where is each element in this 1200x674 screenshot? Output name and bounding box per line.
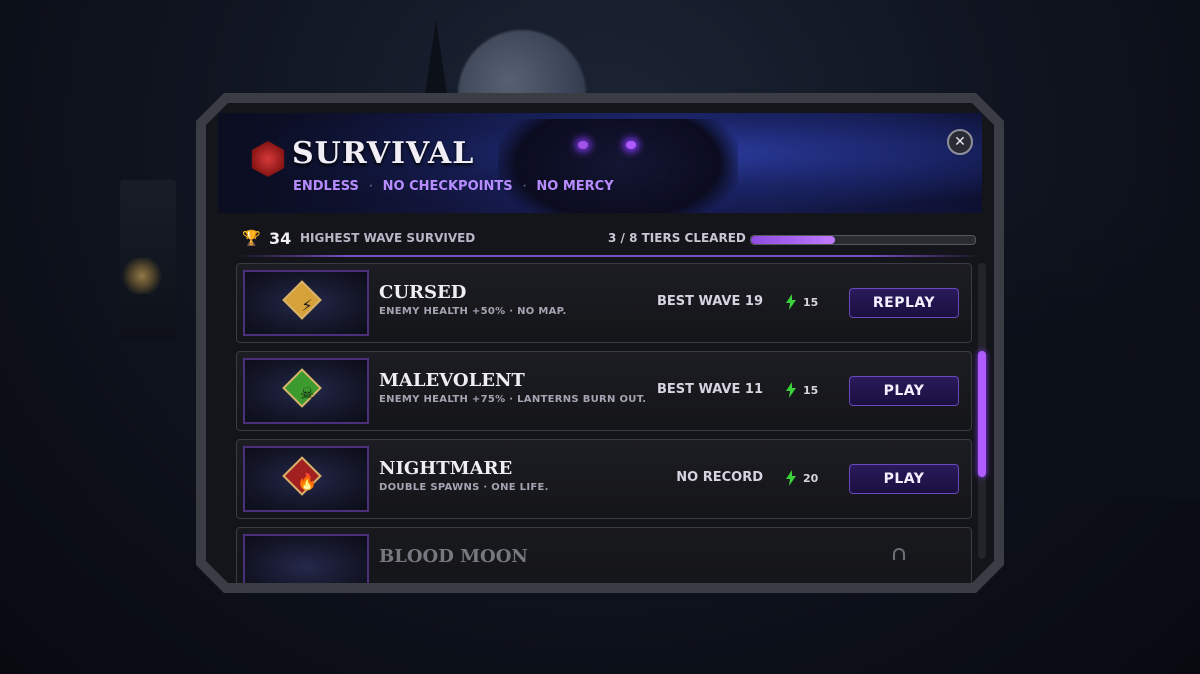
tier-list[interactable]: ⚡ CURSED ENEMY HEALTH +50% · NO MAP. BES… [236, 263, 972, 583]
scrollbar-thumb[interactable] [978, 351, 986, 477]
separator-dot: · [522, 181, 527, 192]
tier-thumbnail: ⚡ [243, 270, 369, 336]
energy-icon [785, 382, 797, 398]
tier-thumbnail: ☠ [243, 358, 369, 424]
tier-row-malevolent[interactable]: ☠ MALEVOLENT ENEMY HEALTH +75% · LANTERN… [236, 351, 972, 431]
energy-icon [785, 294, 797, 310]
tag-endless: ENDLESS [293, 179, 359, 194]
divider [236, 255, 982, 257]
tier-description: ENEMY HEALTH +50% · NO MAP. [379, 306, 567, 317]
lantern-glow [122, 258, 162, 294]
replay-button[interactable]: REPLAY [849, 288, 959, 318]
tiers-progress-bar [750, 235, 976, 245]
survival-panel: SURVIVAL ENDLESS · NO CHECKPOINTS · NO M… [196, 93, 1004, 593]
play-button[interactable]: PLAY [849, 376, 959, 406]
tier-title: MALEVOLENT [379, 370, 525, 391]
energy-cost: 20 [803, 472, 819, 485]
close-icon: ✕ [954, 134, 966, 150]
tier-row-blood-moon[interactable]: BLOOD MOON [236, 527, 972, 583]
tier-title: CURSED [379, 282, 467, 303]
stats-bar: 🏆 34 HIGHEST WAVE SURVIVED 3 / 8 TIERS C… [236, 223, 982, 253]
close-button[interactable]: ✕ [947, 129, 973, 155]
tiers-cleared-label: 3 / 8 TIERS CLEARED [608, 231, 746, 245]
best-wave: NO RECORD [676, 470, 763, 485]
tier-description: DOUBLE SPAWNS · ONE LIFE. [379, 482, 549, 493]
lock-icon [893, 548, 905, 560]
energy-icon [785, 470, 797, 486]
tier-title: BLOOD MOON [379, 546, 528, 567]
best-wave: BEST WAVE 19 [656, 294, 763, 309]
tier-thumbnail: 🔥 [243, 446, 369, 512]
tag-no-checkpoints: NO CHECKPOINTS [382, 179, 513, 194]
tier-row-nightmare[interactable]: 🔥 NIGHTMARE DOUBLE SPAWNS · ONE LIFE. NO… [236, 439, 972, 519]
tier-thumbnail [243, 534, 369, 583]
highest-wave-label: HIGHEST WAVE SURVIVED [300, 231, 476, 245]
skull-icon: ☠ [299, 383, 315, 403]
play-button[interactable]: PLAY [849, 464, 959, 494]
page-title: SURVIVAL [292, 136, 475, 171]
highest-wave-value: 34 [269, 229, 292, 248]
energy-cost: 15 [803, 384, 819, 397]
panel-inner: SURVIVAL ENDLESS · NO CHECKPOINTS · NO M… [206, 103, 994, 583]
lightning-icon: ⚡ [301, 295, 313, 315]
trophy-icon: 🏆 [242, 229, 261, 247]
flame-icon: 🔥 [297, 471, 317, 491]
tier-description: ENEMY HEALTH +75% · LANTERNS BURN OUT. [379, 394, 647, 405]
tiers-progress-fill [751, 236, 835, 244]
separator-dot: · [368, 181, 373, 192]
mode-tags: ENDLESS · NO CHECKPOINTS · NO MERCY [293, 179, 614, 194]
best-wave: BEST WAVE 11 [656, 382, 763, 397]
energy-cost: 15 [803, 296, 819, 309]
tag-no-mercy: NO MERCY [536, 179, 614, 194]
background-trees [1000, 200, 1200, 500]
tier-title: NIGHTMARE [379, 458, 513, 479]
background-spire [424, 20, 448, 100]
tier-row-cursed[interactable]: ⚡ CURSED ENEMY HEALTH +50% · NO MAP. BES… [236, 263, 972, 343]
